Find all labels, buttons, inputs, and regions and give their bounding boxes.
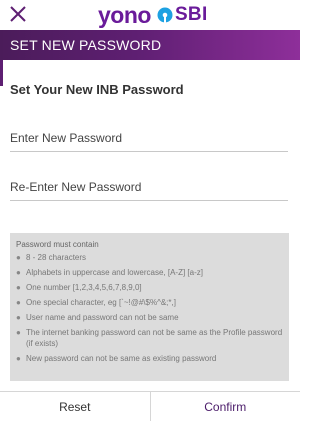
bullet-icon: ●	[16, 298, 21, 307]
sbi-logo-icon	[157, 7, 173, 23]
bullet-icon: ●	[16, 283, 21, 292]
page-title: SET NEW PASSWORD	[10, 37, 162, 53]
rules-heading: Password must contain	[16, 240, 99, 249]
action-footer: Reset Confirm	[0, 391, 300, 421]
rule-item: ● One special character, eg [`~!@#\$%^&;*…	[16, 298, 176, 307]
rule-item: ● One number [1,2,3,4,5,6,7,8,9,0]	[16, 283, 142, 292]
rule-item: ● New password can not be same as existin…	[16, 354, 217, 363]
reset-button[interactable]: Reset	[0, 392, 151, 421]
logo-text: yono	[98, 1, 151, 28]
rule-item: ● The internet banking password can not b…	[16, 328, 283, 348]
reenter-password-field	[10, 175, 288, 201]
bullet-icon: ●	[16, 328, 21, 337]
close-icon[interactable]	[9, 5, 27, 23]
bullet-icon: ●	[16, 313, 21, 322]
confirm-button[interactable]: Confirm	[151, 392, 301, 421]
reenter-password-input[interactable]	[10, 175, 288, 199]
rule-item: ● Alphabets in uppercase and lowercase, […	[16, 268, 203, 277]
rule-item: ● User name and password can not be same	[16, 313, 179, 322]
header-accent-bar	[0, 60, 3, 86]
password-rules-panel: Password must contain ● 8 - 28 characters…	[10, 233, 289, 381]
yono-sbi-logo: yono SBI	[98, 2, 208, 28]
top-bar: yono SBI	[0, 0, 300, 30]
bullet-icon: ●	[16, 354, 21, 363]
page-header: SET NEW PASSWORD	[0, 30, 300, 60]
logo-brand: SBI	[174, 4, 208, 25]
rule-item: ● 8 - 28 characters	[16, 253, 87, 262]
bullet-icon: ●	[16, 253, 21, 262]
new-password-field	[10, 126, 288, 152]
bullet-icon: ●	[16, 268, 21, 277]
form-title: Set Your New INB Password	[10, 82, 184, 97]
new-password-input[interactable]	[10, 126, 288, 150]
